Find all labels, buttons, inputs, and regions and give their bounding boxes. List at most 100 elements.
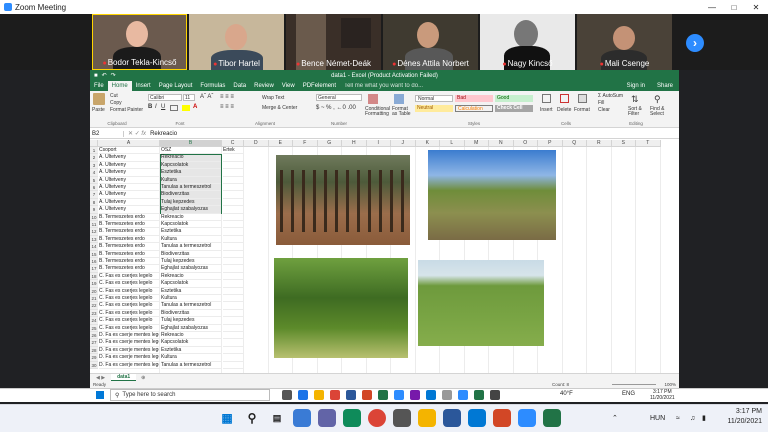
participant-tile[interactable]: ●Tibor Hartel <box>189 14 284 70</box>
number-format-select[interactable]: General <box>316 94 362 101</box>
column-header[interactable]: N <box>489 140 514 147</box>
sheet-nav-icon[interactable]: ◀ ▶ <box>90 375 111 381</box>
cell[interactable] <box>223 154 243 162</box>
column-header[interactable]: Q <box>562 140 587 147</box>
autosum-button[interactable]: Σ AutoSum <box>598 93 623 99</box>
column-header[interactable]: E <box>268 140 293 147</box>
row-header[interactable]: 20 <box>90 287 98 295</box>
cell[interactable]: D. Fa es cserje mentes legelo <box>99 347 159 355</box>
cell[interactable]: Esztetika <box>161 288 221 295</box>
new-sheet-icon[interactable]: ⊕ <box>136 375 150 381</box>
sign-in-link[interactable]: Sign in <box>623 83 649 89</box>
zoom-taskbar-icon[interactable] <box>394 390 404 400</box>
worksheet-grid[interactable]: A B C D E F G H I J K L M N O P Q R S T 1 Csoport OSZ Ertek 2 A. … <box>90 140 679 373</box>
insert-cells-button[interactable]: Insert <box>540 107 553 113</box>
style-good[interactable]: Good <box>495 95 533 102</box>
cell[interactable]: C. Fas es cserjes legelo <box>99 302 159 310</box>
cell[interactable]: C. Fas es cserjes legelo <box>99 310 159 318</box>
column-header[interactable]: R <box>587 140 612 147</box>
cut-button[interactable]: Cut <box>110 93 118 99</box>
cell[interactable]: C. Fas es cserjes legelo <box>99 280 159 288</box>
share-button[interactable]: Share <box>653 83 677 89</box>
cell[interactable]: Tulaj kepzedes <box>161 199 221 207</box>
cell[interactable]: A. Ultetveny <box>99 184 159 192</box>
style-bad[interactable]: Bad <box>455 95 493 102</box>
windows-start-icon[interactable]: ▦ <box>218 409 236 427</box>
cell[interactable]: B. Termeszetes erdo <box>99 228 159 236</box>
format-cells-button[interactable]: Format <box>574 107 590 113</box>
wifi-icon[interactable]: ≈ <box>676 404 680 432</box>
name-box[interactable]: B2 <box>90 130 124 137</box>
fx-icon[interactable]: ✕ ✓ fx <box>124 130 150 137</box>
cell[interactable]: Biodiverzitas <box>161 310 221 318</box>
row-header[interactable]: 4 <box>90 169 98 177</box>
row-header[interactable]: 1 <box>90 147 98 155</box>
column-header[interactable]: K <box>415 140 440 147</box>
tab-data[interactable]: Data <box>229 83 250 89</box>
cell[interactable] <box>223 162 243 170</box>
cell[interactable]: Biodiverzitas <box>161 251 221 258</box>
search-icon[interactable]: ⚲ <box>243 409 261 427</box>
edge-icon[interactable] <box>298 390 308 400</box>
maximize-icon[interactable]: □ <box>724 0 744 14</box>
row-header[interactable]: 24 <box>90 317 98 325</box>
row-header[interactable]: 8 <box>90 198 98 207</box>
cell[interactable]: Kultura <box>161 295 221 303</box>
teams-chat-icon[interactable] <box>318 409 336 427</box>
cell[interactable]: Tulaj kepzedes <box>161 258 221 266</box>
cell[interactable]: B. Termeszetes erdo <box>99 236 159 244</box>
style-calculation[interactable]: Calculation <box>455 105 493 112</box>
currency-icon[interactable]: $ ~ % , ←0 .00 <box>316 105 356 111</box>
select-all-corner[interactable] <box>90 140 98 147</box>
cell[interactable]: B. Termeszetes erdo <box>99 243 159 251</box>
row-header[interactable]: 16 <box>90 258 98 266</box>
column-header[interactable]: I <box>366 140 391 147</box>
row-header[interactable]: 19 <box>90 280 98 288</box>
copy-button[interactable]: Copy <box>110 100 122 106</box>
next-page-icon[interactable]: › <box>686 34 704 52</box>
start-icon[interactable] <box>96 391 104 399</box>
cell[interactable] <box>223 184 243 192</box>
cell[interactable]: Tanulas a termeszetrol <box>161 184 221 192</box>
tell-me-box[interactable]: Tell me what you want to do... <box>340 83 427 89</box>
conditional-formatting-button[interactable]: Conditional Formatting <box>365 107 391 117</box>
cell[interactable] <box>223 236 243 244</box>
row-header[interactable]: 11 <box>90 221 98 229</box>
weather-temp[interactable]: 40°F <box>560 391 573 397</box>
cell[interactable]: D. Fa es cserje mentes legelo <box>99 339 159 347</box>
align-left-icon[interactable]: ≡ ≡ ≡ <box>220 104 234 110</box>
outlook-icon[interactable] <box>426 390 436 400</box>
tab-pdfelement[interactable]: PDFelement <box>299 83 340 89</box>
column-header[interactable]: H <box>342 140 367 147</box>
row-header[interactable]: 18 <box>90 272 98 281</box>
minimize-icon[interactable]: — <box>702 0 722 14</box>
zoom-icon[interactable] <box>518 409 536 427</box>
row-header[interactable]: 25 <box>90 324 98 332</box>
clear-button[interactable]: Clear <box>598 107 610 113</box>
cell[interactable] <box>223 280 243 288</box>
row-header[interactable]: 7 <box>90 191 98 199</box>
cell[interactable]: Biodiverzitas <box>161 191 221 199</box>
cell[interactable] <box>223 251 243 258</box>
row-header[interactable]: 21 <box>90 295 98 303</box>
formula-input[interactable]: Rekreacio <box>150 131 177 137</box>
style-check-cell[interactable]: Check Cell <box>495 105 533 112</box>
cell[interactable]: A. Ultetveny <box>99 199 159 207</box>
cell[interactable]: Kultura <box>161 177 221 184</box>
column-header[interactable]: B <box>160 140 222 147</box>
cell[interactable] <box>223 191 243 199</box>
word-icon[interactable] <box>443 409 461 427</box>
cell[interactable]: Kultura <box>161 354 221 362</box>
zoom-app-icon[interactable] <box>458 390 468 400</box>
file-explorer-icon[interactable] <box>418 409 436 427</box>
cell[interactable] <box>223 273 243 281</box>
row-header[interactable]: 6 <box>90 184 98 192</box>
zoom-level[interactable]: 100% <box>664 382 676 387</box>
task-view-icon[interactable]: ▤ <box>268 409 286 427</box>
cell[interactable]: C. Fas es cserjes legelo <box>99 325 159 332</box>
row-header[interactable]: 27 <box>90 339 98 347</box>
row-header[interactable]: 2 <box>90 154 98 162</box>
participant-tile[interactable]: ●Mali Csenge <box>577 14 672 70</box>
tab-formulas[interactable]: Formulas <box>196 83 229 89</box>
cell[interactable] <box>223 177 243 184</box>
